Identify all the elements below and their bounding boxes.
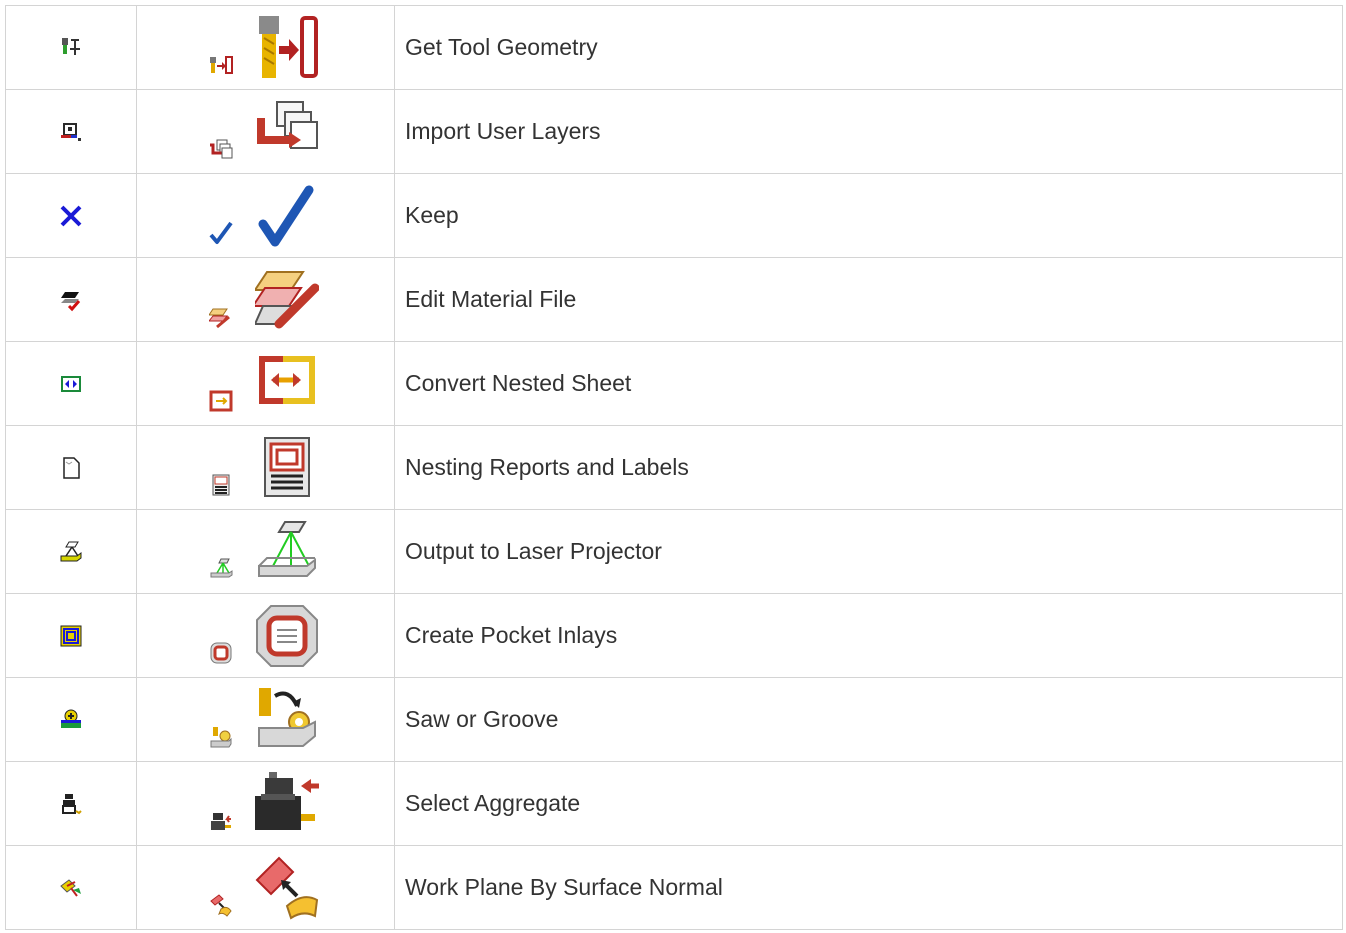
tool-geometry-large-icon: [255, 16, 319, 80]
checkmark-large-icon: [255, 184, 319, 248]
new-icons-cell: [136, 5, 395, 90]
table-row: Get Tool Geometry: [5, 5, 1343, 90]
icon-comparison-table: Get Tool Geometry Import User Layers Kee…: [5, 5, 1343, 930]
new-icons-cell: [136, 173, 395, 258]
new-icons-cell: [136, 425, 395, 510]
new-icons-cell: [136, 593, 395, 678]
legacy-icon-cell: [5, 341, 137, 426]
aggregate-legacy-icon: [59, 792, 83, 816]
row-label: Import User Layers: [394, 89, 1343, 174]
convert-sheet-small-icon: [209, 389, 233, 413]
table-row: Work Plane By Surface Normal: [5, 845, 1343, 930]
legacy-icon-cell: [5, 677, 137, 762]
aggregate-small-icon: [209, 809, 233, 833]
inlay-legacy-icon: [59, 624, 83, 648]
legacy-icon-cell: [5, 257, 137, 342]
legacy-icon-cell: [5, 845, 137, 930]
legacy-icon-cell: [5, 509, 137, 594]
checkmark-small-icon: [209, 221, 233, 245]
laser-large-icon: [255, 520, 319, 584]
new-icons-cell: [136, 761, 395, 846]
new-icons-cell: [136, 677, 395, 762]
import-layers-large-icon: [255, 100, 319, 164]
new-icons-cell: [136, 257, 395, 342]
import-layers-legacy-icon: [59, 120, 83, 144]
saw-legacy-icon: [59, 708, 83, 732]
tool-geometry-legacy-icon: [59, 36, 83, 60]
aggregate-large-icon: [255, 772, 319, 836]
inlay-small-icon: [209, 641, 233, 665]
row-label: Convert Nested Sheet: [394, 341, 1343, 426]
blank-document-icon: [59, 456, 83, 480]
convert-sheet-large-icon: [255, 352, 319, 416]
row-label: Keep: [394, 173, 1343, 258]
inlay-large-icon: [255, 604, 319, 668]
laser-legacy-icon: [59, 540, 83, 564]
row-label: Edit Material File: [394, 257, 1343, 342]
new-icons-cell: [136, 341, 395, 426]
material-legacy-icon: [59, 288, 83, 312]
table-row: Create Pocket Inlays: [5, 593, 1343, 678]
row-label: Select Aggregate: [394, 761, 1343, 846]
new-icons-cell: [136, 89, 395, 174]
new-icons-cell: [136, 509, 395, 594]
row-label: Output to Laser Projector: [394, 509, 1343, 594]
material-small-icon: [209, 305, 233, 329]
table-row: Nesting Reports and Labels: [5, 425, 1343, 510]
table-row: Saw or Groove: [5, 677, 1343, 762]
row-label: Nesting Reports and Labels: [394, 425, 1343, 510]
legacy-icon-cell: [5, 173, 137, 258]
row-label: Get Tool Geometry: [394, 5, 1343, 90]
row-label: Work Plane By Surface Normal: [394, 845, 1343, 930]
table-row: Select Aggregate: [5, 761, 1343, 846]
work-plane-small-icon: [209, 893, 233, 917]
report-large-icon: [255, 436, 319, 500]
convert-sheet-legacy-icon: [59, 372, 83, 396]
legacy-icon-cell: [5, 89, 137, 174]
legacy-icon-cell: [5, 761, 137, 846]
tool-geometry-small-icon: [209, 53, 233, 77]
report-small-icon: [209, 473, 233, 497]
table-row: Convert Nested Sheet: [5, 341, 1343, 426]
saw-large-icon: [255, 688, 319, 752]
import-layers-small-icon: [209, 137, 233, 161]
laser-small-icon: [209, 557, 233, 581]
blue-x-icon: [59, 204, 83, 228]
table-row: Import User Layers: [5, 89, 1343, 174]
saw-small-icon: [209, 725, 233, 749]
legacy-icon-cell: [5, 425, 137, 510]
new-icons-cell: [136, 845, 395, 930]
legacy-icon-cell: [5, 5, 137, 90]
row-label: Create Pocket Inlays: [394, 593, 1343, 678]
table-row: Output to Laser Projector: [5, 509, 1343, 594]
table-row: Keep: [5, 173, 1343, 258]
row-label: Saw or Groove: [394, 677, 1343, 762]
work-plane-legacy-icon: [59, 876, 83, 900]
material-large-icon: [255, 268, 319, 332]
legacy-icon-cell: [5, 593, 137, 678]
table-row: Edit Material File: [5, 257, 1343, 342]
work-plane-large-icon: [255, 856, 319, 920]
